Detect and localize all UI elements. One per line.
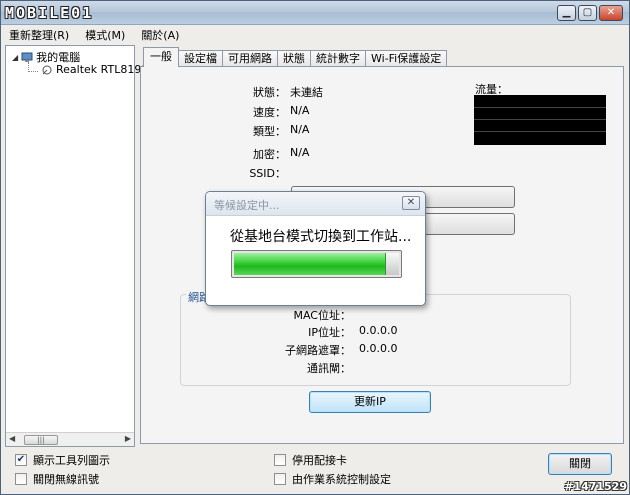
gateway-label: 通訊閘： — [307, 362, 351, 375]
progress-bar — [231, 250, 402, 278]
device-tree[interactable]: ◢ 我的電腦 Realtek RTL8191 ◀ ||| ▶ — [5, 45, 148, 447]
dialog-title-bar[interactable]: 等候設定中... ✕ — [206, 192, 425, 216]
disable-radio-checkbox[interactable]: 關閉無線訊號 — [15, 471, 99, 487]
tab-status[interactable]: 狀態 — [277, 50, 311, 67]
tree-label-adapter: Realtek RTL8191 — [56, 63, 149, 76]
encryption-value: N/A — [290, 146, 310, 159]
title-bar[interactable]: MOBILE01 ▁ ▢ ✕ — [1, 1, 629, 25]
speed-label: 速度： — [253, 106, 286, 119]
mac-label: MAC位址： — [293, 309, 351, 322]
progress-remaining — [386, 253, 399, 275]
minimize-button[interactable]: ▁ — [557, 5, 576, 21]
disable-adapter-checkbox[interactable]: 停用配接卡 — [274, 452, 347, 468]
traffic-graph — [474, 95, 606, 145]
watermark: #1471529 — [564, 480, 627, 493]
type-label: 類型： — [253, 125, 286, 138]
subnet-mask-label: 子網路遮罩： — [285, 344, 351, 357]
type-value: N/A — [290, 123, 310, 136]
speed-value: N/A — [290, 104, 310, 117]
menu-mode[interactable]: 模式(M) — [83, 27, 127, 43]
tab-general[interactable]: 一般 — [143, 47, 179, 67]
disable-adapter-label: 停用配接卡 — [292, 454, 347, 467]
progress-fill — [234, 253, 386, 275]
tab-wps[interactable]: Wi-Fi保護設定 — [365, 50, 448, 67]
collapse-triangle-icon[interactable]: ◢ — [12, 53, 18, 62]
close-icon: ✕ — [406, 197, 416, 208]
menu-about[interactable]: 關於(A) — [139, 27, 181, 43]
tab-available-networks[interactable]: 可用網路 — [222, 50, 278, 67]
close-icon: ✕ — [606, 7, 616, 18]
scroll-left-icon[interactable]: ◀ — [9, 434, 15, 443]
tree-item-adapter[interactable]: Realtek RTL8191 — [28, 61, 149, 76]
scroll-right-icon[interactable]: ▶ — [125, 434, 131, 443]
tab-statistics[interactable]: 統計數字 — [310, 50, 366, 67]
close-button[interactable]: 關閉 — [548, 453, 612, 475]
checkbox-checked-icon[interactable]: ✔ — [15, 454, 27, 466]
window-controls: ▁ ▢ ✕ — [557, 5, 623, 21]
show-tray-icon-checkbox[interactable]: ✔ 顯示工具列圖示 — [15, 452, 110, 468]
ssid-label: SSID： — [249, 167, 286, 180]
menu-bar: 重新整理(R) 模式(M) 關於(A) — [1, 25, 629, 45]
show-tray-icon-label: 顯示工具列圖示 — [33, 454, 110, 467]
dialog-title: 等候設定中... — [214, 199, 280, 212]
subnet-mask-value: 0.0.0.0 — [359, 342, 398, 355]
ip-value: 0.0.0.0 — [359, 324, 398, 337]
tree-connector — [28, 61, 38, 72]
app-logo: MOBILE01 — [5, 4, 94, 22]
dialog-message: 從基地台模式切換到工作站... — [230, 229, 412, 245]
encryption-label: 加密： — [253, 148, 286, 161]
checkbox-unchecked-icon[interactable] — [15, 473, 27, 485]
maximize-button[interactable]: ▢ — [578, 5, 597, 21]
status-label: 狀態： — [253, 86, 286, 99]
status-value: 未連結 — [290, 86, 323, 99]
tab-profiles[interactable]: 設定檔 — [178, 50, 223, 67]
windows-config-checkbox[interactable]: 由作業系統控制設定 — [274, 471, 391, 487]
network-groupbox — [180, 294, 571, 386]
checkbox-unchecked-icon[interactable] — [274, 473, 286, 485]
maximize-icon: ▢ — [582, 7, 593, 18]
waiting-dialog: 等候設定中... ✕ 從基地台模式切換到工作站... — [205, 191, 426, 306]
tab-strip: 一般 設定檔 可用網路 狀態 統計數字 Wi-Fi保護設定 — [143, 47, 448, 67]
renew-ip-button[interactable]: 更新IP — [309, 391, 431, 413]
menu-refresh[interactable]: 重新整理(R) — [7, 27, 71, 43]
minimize-icon: ▁ — [562, 7, 571, 18]
network-adapter-icon — [41, 64, 53, 75]
scroll-thumb[interactable]: ||| — [24, 435, 58, 445]
disable-radio-label: 關閉無線訊號 — [33, 473, 99, 486]
app-window: MOBILE01 ▁ ▢ ✕ 重新整理(R) 模式(M) 關於(A) ◢ 我的電… — [0, 0, 630, 495]
checkbox-unchecked-icon[interactable] — [274, 454, 286, 466]
windows-config-label: 由作業系統控制設定 — [292, 473, 391, 486]
ip-label: IP位址： — [308, 326, 351, 339]
tree-horizontal-scrollbar[interactable]: ◀ ||| ▶ — [6, 432, 134, 446]
dialog-close-button[interactable]: ✕ — [402, 196, 420, 210]
close-window-button[interactable]: ✕ — [599, 5, 623, 21]
